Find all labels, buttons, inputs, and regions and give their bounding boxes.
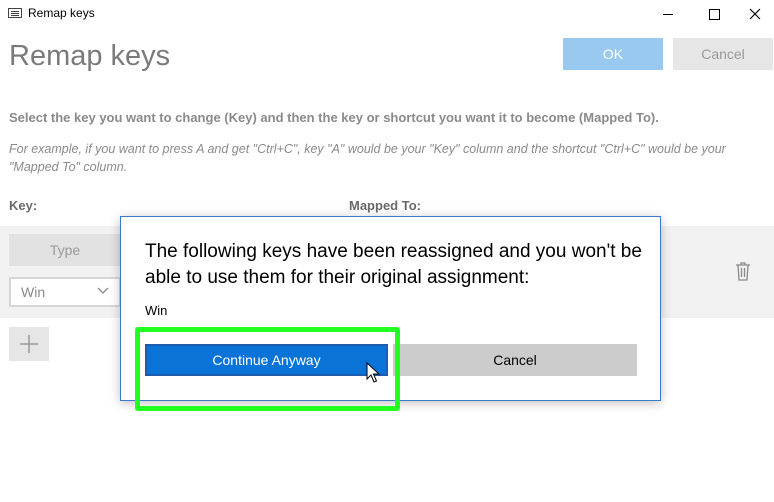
trash-icon[interactable] (735, 261, 751, 281)
close-button[interactable] (736, 0, 774, 28)
maximize-button[interactable] (691, 0, 737, 28)
dialog-key-list: Win (145, 303, 168, 318)
close-icon (749, 8, 761, 20)
type-key-button[interactable]: Type (9, 234, 121, 266)
dialog-message: The following keys have been reassigned … (145, 241, 642, 288)
maximize-icon (708, 8, 720, 20)
example-text: For example, if you want to press A and … (9, 142, 726, 174)
keyboard-icon (8, 8, 22, 18)
minimize-button[interactable] (645, 0, 691, 28)
cancel-button[interactable]: Cancel (673, 38, 773, 70)
key-select-value: Win (21, 284, 46, 300)
key-column-header: Key: (9, 198, 38, 213)
plus-icon (20, 335, 38, 353)
window-title: Remap keys (28, 6, 95, 20)
title-bar: Remap keys (0, 0, 774, 28)
ok-button[interactable]: OK (563, 38, 663, 70)
key-select[interactable]: Win (9, 277, 121, 307)
mapped-to-column-header: Mapped To: (349, 198, 421, 213)
mouse-cursor-icon (366, 362, 380, 383)
highlight-box (135, 327, 400, 411)
instructions-text: Select the key you want to change (Key) … (9, 110, 659, 125)
dialog-cancel-button[interactable]: Cancel (393, 344, 637, 376)
page-title: Remap keys (9, 40, 171, 72)
add-mapping-button[interactable] (9, 327, 49, 361)
chevron-down-icon (97, 287, 109, 294)
minimize-icon (663, 13, 673, 15)
